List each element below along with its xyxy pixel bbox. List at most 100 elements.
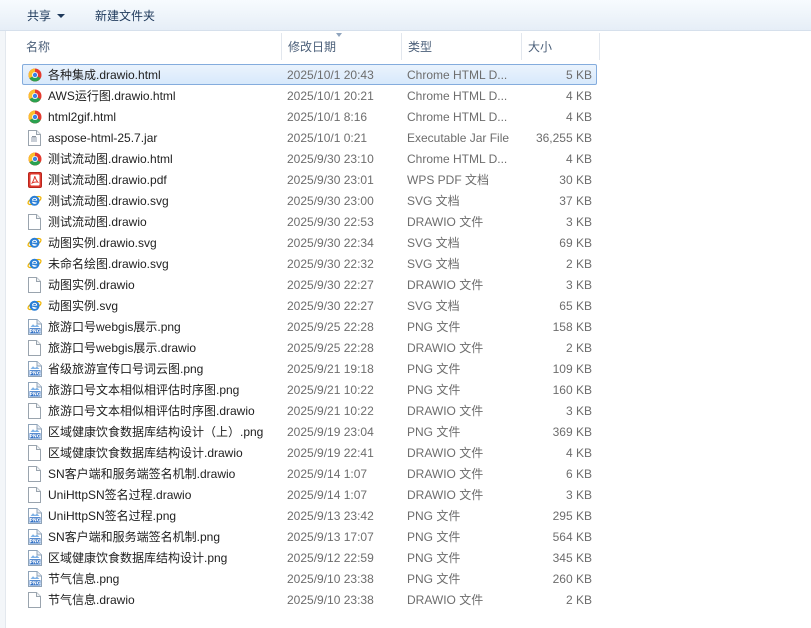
share-button[interactable]: 共享 bbox=[20, 4, 72, 26]
file-row[interactable]: 测试流动图.drawio.html 2025/9/30 23:10 Chrome… bbox=[22, 148, 597, 169]
file-size: 3 KB bbox=[565, 487, 592, 502]
file-row[interactable]: 测试流动图.drawio.svg 2025/9/30 23:00 SVG 文档 … bbox=[22, 190, 597, 211]
file-size: 69 KB bbox=[559, 235, 592, 250]
file-row[interactable]: 未命名绘图.drawio.svg 2025/9/30 22:32 SVG 文档 … bbox=[22, 253, 597, 274]
file-type: DRAWIO 文件 bbox=[407, 446, 484, 460]
file-row[interactable]: UniHttpSN签名过程.drawio 2025/9/14 1:07 DRAW… bbox=[22, 484, 597, 505]
file-size: 160 KB bbox=[552, 382, 592, 397]
file-row[interactable]: 测试流动图.drawio.pdf 2025/9/30 23:01 WPS PDF… bbox=[22, 169, 597, 190]
svg-text:PNG: PNG bbox=[29, 559, 40, 565]
file-date: 2025/9/30 22:53 bbox=[287, 214, 374, 229]
file-row[interactable]: aspose-html-25.7.jar 2025/10/1 0:21 Exec… bbox=[22, 127, 597, 148]
file-row[interactable]: 各种集成.drawio.html 2025/10/1 20:43 Chrome … bbox=[22, 64, 597, 85]
ie-icon bbox=[26, 235, 43, 251]
file-name: 测试流动图.drawio.html bbox=[48, 152, 173, 166]
file-name: 区域健康饮食数据库结构设计（上）.png bbox=[48, 425, 264, 439]
file-date: 2025/9/30 23:10 bbox=[287, 151, 374, 166]
file-size: 6 KB bbox=[565, 466, 592, 481]
file-type: Chrome HTML D... bbox=[407, 109, 508, 124]
file-type: DRAWIO 文件 bbox=[407, 467, 484, 481]
file-name: SN客户端和服务端签名机制.png bbox=[48, 530, 221, 544]
column-header-name-label: 名称 bbox=[26, 40, 51, 54]
file-name: 区域健康饮食数据库结构设计.drawio bbox=[48, 446, 243, 460]
file-size: 4 KB bbox=[565, 109, 592, 124]
blank-file-icon bbox=[26, 486, 43, 503]
column-header-type[interactable]: 类型 bbox=[402, 33, 522, 60]
new-folder-button[interactable]: 新建文件夹 bbox=[88, 4, 162, 26]
file-date: 2025/9/21 10:22 bbox=[287, 403, 374, 418]
column-header-date[interactable]: 修改日期 bbox=[282, 33, 402, 60]
file-date: 2025/9/14 1:07 bbox=[287, 487, 368, 502]
file-size: 109 KB bbox=[552, 361, 592, 376]
png-icon: PNG bbox=[26, 318, 43, 335]
column-header-date-label: 修改日期 bbox=[288, 40, 337, 54]
file-row[interactable]: PNG 节气信息.png 2025/9/10 23:38 PNG 文件 260 … bbox=[22, 568, 597, 589]
file-size: 295 KB bbox=[552, 508, 592, 523]
file-row[interactable]: PNG 省级旅游宣传口号词云图.png 2025/9/21 19:18 PNG … bbox=[22, 358, 597, 379]
file-name: 旅游口号webgis展示.drawio bbox=[48, 341, 197, 355]
column-header-type-label: 类型 bbox=[408, 40, 433, 54]
file-size: 2 KB bbox=[565, 256, 592, 271]
file-row[interactable]: 节气信息.drawio 2025/9/10 23:38 DRAWIO 文件 2 … bbox=[22, 589, 597, 610]
file-row[interactable]: 动图实例.drawio 2025/9/30 22:27 DRAWIO 文件 3 … bbox=[22, 274, 597, 295]
file-row[interactable]: SN客户端和服务端签名机制.drawio 2025/9/14 1:07 DRAW… bbox=[22, 463, 597, 484]
file-row[interactable]: PNG UniHttpSN签名过程.png 2025/9/13 23:42 PN… bbox=[22, 505, 597, 526]
blank-file-icon bbox=[26, 213, 43, 230]
file-row[interactable]: PNG 旅游口号文本相似相评估时序图.png 2025/9/21 10:22 P… bbox=[22, 379, 597, 400]
file-size: 36,255 KB bbox=[535, 130, 592, 145]
file-name: 各种集成.drawio.html bbox=[48, 68, 161, 82]
file-type: DRAWIO 文件 bbox=[407, 341, 484, 355]
file-date: 2025/9/30 22:34 bbox=[287, 235, 374, 250]
file-name: 旅游口号文本相似相评估时序图.drawio bbox=[48, 404, 255, 418]
svg-text:PNG: PNG bbox=[29, 580, 40, 586]
file-row[interactable]: 动图实例.drawio.svg 2025/9/30 22:34 SVG 文档 6… bbox=[22, 232, 597, 253]
file-row[interactable]: 旅游口号webgis展示.drawio 2025/9/25 22:28 DRAW… bbox=[22, 337, 597, 358]
file-date: 2025/9/10 23:38 bbox=[287, 571, 374, 586]
blank-file-icon bbox=[26, 444, 43, 461]
ie-icon bbox=[26, 256, 43, 272]
png-icon: PNG bbox=[26, 570, 43, 587]
file-date: 2025/9/19 22:41 bbox=[287, 445, 374, 460]
column-header-bar: 名称 修改日期 类型 大小 bbox=[20, 33, 600, 60]
file-type: SVG 文档 bbox=[407, 194, 460, 208]
file-size: 30 KB bbox=[559, 172, 592, 187]
file-date: 2025/9/30 22:27 bbox=[287, 298, 374, 313]
file-name: html2gif.html bbox=[48, 109, 117, 124]
column-header-name[interactable]: 名称 bbox=[20, 33, 282, 60]
file-row[interactable]: 区域健康饮食数据库结构设计.drawio 2025/9/19 22:41 DRA… bbox=[22, 442, 597, 463]
file-date: 2025/9/30 22:27 bbox=[287, 277, 374, 292]
file-type: PNG 文件 bbox=[407, 320, 461, 334]
file-row[interactable]: 测试流动图.drawio 2025/9/30 22:53 DRAWIO 文件 3… bbox=[22, 211, 597, 232]
file-date: 2025/9/12 22:59 bbox=[287, 550, 374, 565]
svg-text:PNG: PNG bbox=[29, 538, 40, 544]
file-name: 旅游口号webgis展示.png bbox=[48, 320, 181, 334]
ie-icon bbox=[26, 298, 43, 314]
file-row[interactable]: 旅游口号文本相似相评估时序图.drawio 2025/9/21 10:22 DR… bbox=[22, 400, 597, 421]
file-row[interactable]: PNG 区域健康饮食数据库结构设计.png 2025/9/12 22:59 PN… bbox=[22, 547, 597, 568]
file-name: 省级旅游宣传口号词云图.png bbox=[48, 362, 204, 376]
png-icon: PNG bbox=[26, 507, 43, 524]
file-type: PNG 文件 bbox=[407, 551, 461, 565]
file-date: 2025/10/1 8:16 bbox=[287, 109, 368, 124]
file-rows: 各种集成.drawio.html 2025/10/1 20:43 Chrome … bbox=[22, 64, 597, 610]
file-row[interactable]: AWS运行图.drawio.html 2025/10/1 20:21 Chrom… bbox=[22, 85, 597, 106]
file-name: 旅游口号文本相似相评估时序图.png bbox=[48, 383, 240, 397]
file-date: 2025/9/30 22:32 bbox=[287, 256, 374, 271]
file-size: 369 KB bbox=[552, 424, 592, 439]
file-row[interactable]: PNG 区域健康饮食数据库结构设计（上）.png 2025/9/19 23:04… bbox=[22, 421, 597, 442]
blank-file-icon bbox=[26, 276, 43, 293]
file-type: PNG 文件 bbox=[407, 362, 461, 376]
file-date: 2025/9/13 17:07 bbox=[287, 529, 374, 544]
file-row[interactable]: html2gif.html 2025/10/1 8:16 Chrome HTML… bbox=[22, 106, 597, 127]
file-size: 260 KB bbox=[552, 571, 592, 586]
file-date: 2025/9/21 19:18 bbox=[287, 361, 374, 376]
file-name: UniHttpSN签名过程.drawio bbox=[48, 488, 192, 502]
file-row[interactable]: PNG 旅游口号webgis展示.png 2025/9/25 22:28 PNG… bbox=[22, 316, 597, 337]
file-row[interactable]: 动图实例.svg 2025/9/30 22:27 SVG 文档 65 KB bbox=[22, 295, 597, 316]
file-name: 动图实例.drawio bbox=[48, 278, 135, 292]
file-row[interactable]: PNG SN客户端和服务端签名机制.png 2025/9/13 17:07 PN… bbox=[22, 526, 597, 547]
command-bar: 共享 新建文件夹 bbox=[0, 0, 811, 31]
file-type: SVG 文档 bbox=[407, 299, 460, 313]
column-header-size[interactable]: 大小 bbox=[522, 33, 600, 60]
chevron-down-icon bbox=[57, 13, 66, 18]
